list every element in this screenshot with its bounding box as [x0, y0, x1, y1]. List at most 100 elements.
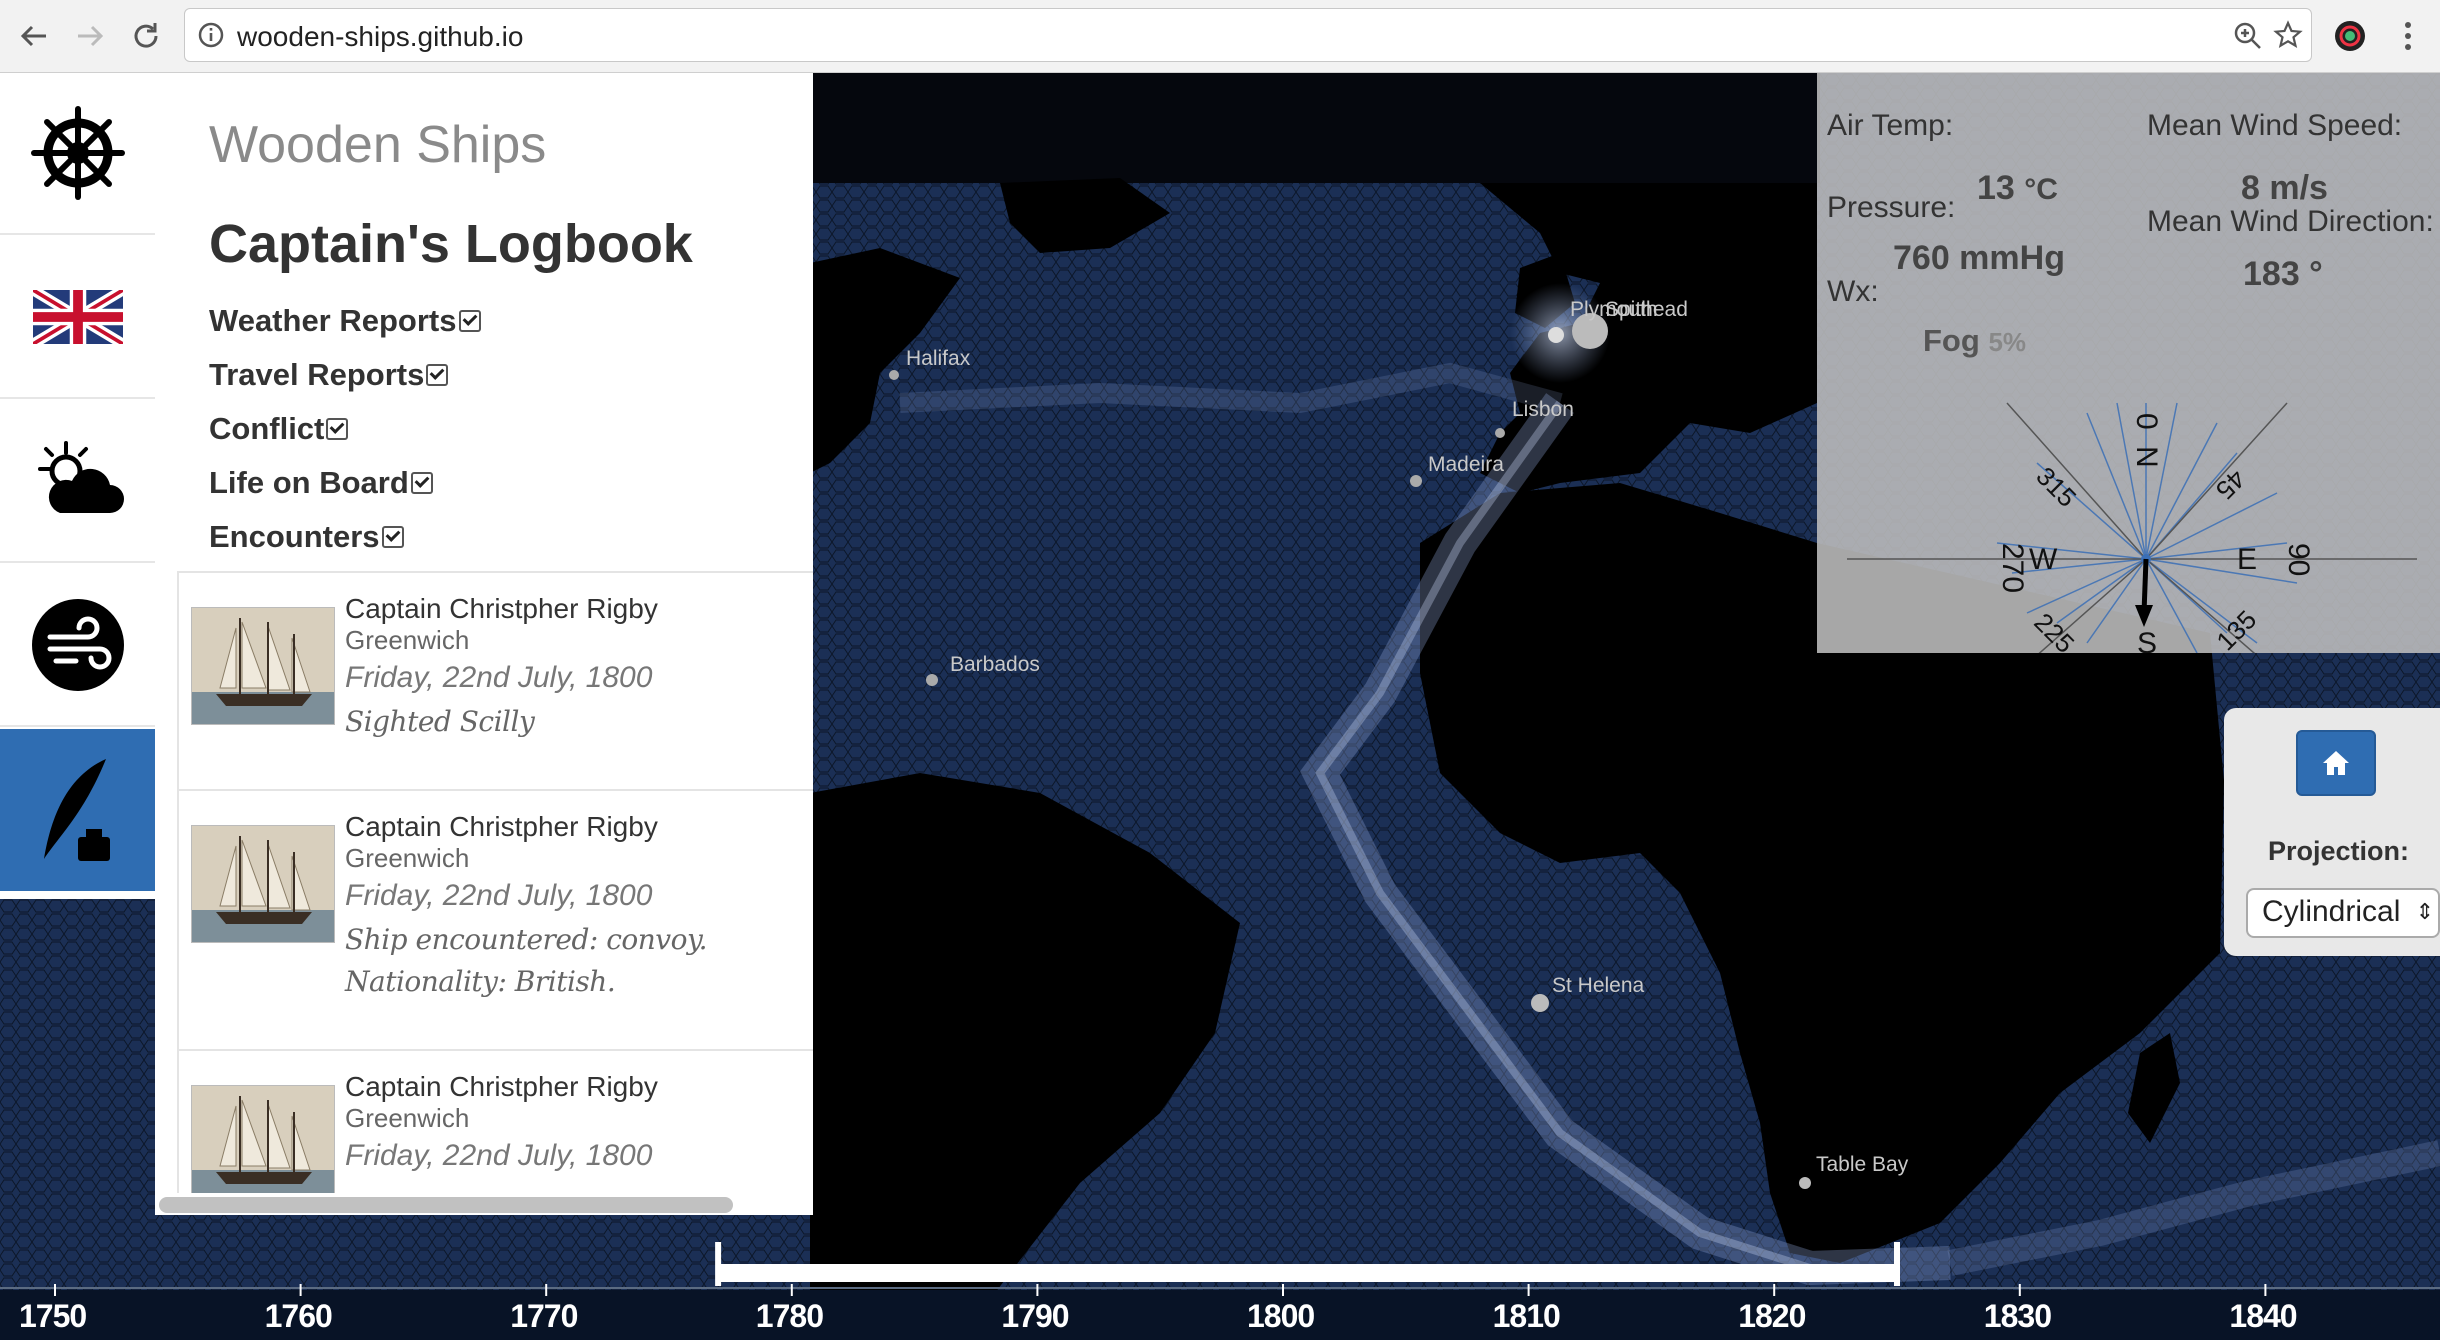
log-entry[interactable]: Captain Christpher Rigby Greenwich Frida… [177, 571, 813, 789]
select-arrows-icon: ⇕ [2415, 899, 2434, 924]
timeline-year-label: 1810 [1492, 1298, 1561, 1334]
port-plymouth[interactable] [1548, 327, 1564, 343]
brush-handle-left[interactable] [715, 1242, 722, 1286]
timeline-brush[interactable] [715, 1242, 1900, 1286]
projection-select[interactable]: Cylindrical ⇕ [2246, 888, 2440, 938]
port-table-bay[interactable] [1799, 1177, 1811, 1189]
filter-checkbox[interactable] [410, 472, 433, 494]
compass-e: E [2237, 543, 2257, 576]
compass-nw-deg: 315 [2030, 461, 2082, 513]
air-temp-value: 13 °C [1977, 169, 2058, 208]
pressure-label: Pressure: [1827, 191, 1956, 224]
entry-place: Greenwich [345, 625, 470, 655]
entry-place: Greenwich [345, 1103, 470, 1133]
bookmark-star-icon[interactable] [2273, 20, 2303, 50]
filter-label: Life on Board [209, 465, 409, 500]
ship-thumbnail [191, 825, 335, 943]
sidebar-tabs [0, 73, 155, 899]
projection-panel: Projection: Cylindrical ⇕ [2224, 708, 2440, 956]
wind-dir-label: Mean Wind Direction: [2147, 205, 2434, 238]
tab-home[interactable] [0, 73, 155, 235]
air-temp-unit: °C [2024, 173, 2058, 206]
filter-encounters[interactable]: Encounters [209, 519, 404, 555]
filter-weather-reports[interactable]: Weather Reports [209, 303, 481, 339]
menu-icon[interactable] [2386, 14, 2430, 58]
logbook-panel[interactable]: Wooden Ships Captain's Logbook Weather R… [155, 73, 813, 1215]
compass-s: S [2137, 627, 2157, 653]
reload-icon[interactable] [124, 14, 168, 58]
compass-n: N [2130, 446, 2163, 468]
timeline-year-label: 1840 [2229, 1298, 2297, 1334]
tab-wind[interactable] [0, 565, 155, 727]
horizontal-scrollbar[interactable] [159, 1197, 733, 1213]
filter-checkbox[interactable] [426, 364, 449, 386]
timeline-bg [0, 1290, 2440, 1340]
entry-captain: Captain Christpher Rigby [345, 811, 658, 842]
log-entry[interactable]: Captain Christpher Rigby Greenwich Frida… [177, 1049, 813, 1215]
filter-checkbox[interactable] [326, 418, 349, 440]
filter-conflict[interactable]: Conflict [209, 411, 349, 447]
tab-logbook[interactable] [0, 729, 155, 891]
filter-travel-reports[interactable]: Travel Reports [209, 357, 449, 393]
port-halifax[interactable] [889, 370, 899, 380]
filter-checkbox[interactable] [381, 526, 404, 548]
compass-se-deg: 135 [2210, 604, 2262, 653]
back-icon[interactable] [12, 14, 56, 58]
port-st-helena[interactable] [1531, 994, 1549, 1012]
timeline-year-label: 1820 [1738, 1298, 1806, 1334]
weather-panel: Air Temp: 13 °C Pressure: 760 mmHg Wx: F… [1817, 73, 2440, 653]
filter-label: Encounters [209, 519, 380, 554]
place-label: Lisbon [1512, 398, 1574, 421]
entry-place: Greenwich [345, 843, 470, 873]
brush-selection[interactable] [718, 1264, 1897, 1282]
app-title: Wooden Ships [209, 116, 547, 174]
wind-speed-value: 8 m/s [2241, 169, 2328, 207]
home-icon [2323, 751, 2349, 775]
info-icon[interactable] [197, 21, 225, 49]
timeline[interactable] [0, 1240, 2440, 1340]
address-bar[interactable]: wooden-ships.github.io [184, 8, 2312, 62]
port-lisbon[interactable] [1495, 428, 1505, 438]
air-temp-number: 13 [1977, 169, 2015, 207]
logbook-title: Captain's Logbook [209, 214, 693, 274]
tab-weather[interactable] [0, 401, 155, 563]
filter-label: Conflict [209, 411, 325, 446]
entry-date: Friday, 22nd July, 1800 [345, 879, 653, 912]
wind-speed-label: Mean Wind Speed: [2147, 109, 2403, 142]
tab-nationality[interactable] [0, 237, 155, 399]
port-madeira[interactable] [1410, 475, 1422, 487]
log-entry[interactable]: Captain Christpher Rigby Greenwich Frida… [177, 789, 813, 1049]
entry-note: Sighted Scilly [345, 705, 535, 738]
brush-handle-right[interactable] [1894, 1242, 1900, 1286]
entry-note: Ship encountered: convoy. [345, 923, 708, 956]
weather-icon [37, 441, 124, 513]
extension-icon[interactable] [2328, 14, 2372, 58]
zoom-icon[interactable] [2233, 21, 2263, 51]
entry-captain: Captain Christpher Rigby [345, 1071, 658, 1102]
timeline-year-label: 1800 [1247, 1298, 1315, 1334]
port-barbados[interactable] [926, 674, 938, 686]
browser-toolbar: wooden-ships.github.io [0, 0, 2440, 73]
air-temp-label: Air Temp: [1827, 109, 1954, 142]
uk-flag-icon [32, 290, 123, 344]
arctic-sea [810, 73, 1820, 183]
quill-ink-icon [43, 759, 110, 861]
entry-date: Friday, 22nd July, 1800 [345, 661, 653, 694]
pressure-value: 760 mmHg [1893, 239, 2065, 277]
forward-icon[interactable] [68, 14, 112, 58]
timeline-year-label: 1830 [1983, 1298, 2052, 1334]
place-label: Spithead [1605, 298, 1688, 321]
place-label: Table Bay [1816, 1153, 1909, 1176]
url-text[interactable]: wooden-ships.github.io [237, 21, 523, 53]
projection-selected: Cylindrical [2262, 895, 2401, 928]
compass-n-deg: 0 [2130, 413, 2163, 430]
timeline-year-label: 1750 [19, 1298, 87, 1334]
filter-checkbox[interactable] [458, 310, 481, 332]
filter-life-on-board[interactable]: Life on Board [209, 465, 433, 501]
timeline-year-label: 1770 [510, 1298, 578, 1334]
compass-w: W [2029, 543, 2058, 576]
filter-label: Travel Reports [209, 357, 425, 392]
entry-captain: Captain Christpher Rigby [345, 593, 658, 624]
timeline-year-label: 1790 [1001, 1298, 1069, 1334]
home-button[interactable] [2296, 730, 2376, 796]
